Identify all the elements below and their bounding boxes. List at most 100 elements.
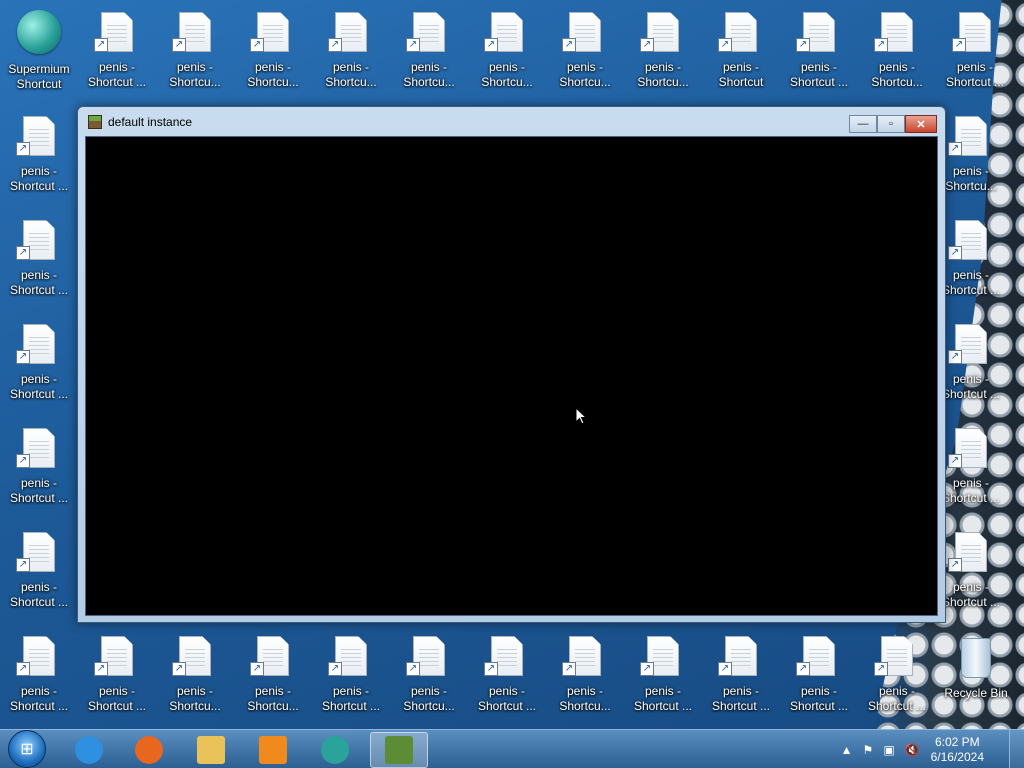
desktop-icon-label: penis - Shortcu... — [637, 60, 689, 89]
desktop-shortcut[interactable]: ↗ penis - Shortcu... — [858, 0, 936, 96]
taskbar-app-firefox[interactable] — [120, 732, 178, 768]
desktop-shortcut[interactable]: ↗ penis - Shortcu... — [390, 0, 468, 96]
desktop-shortcut[interactable]: ↗ penis - Shortcu... — [156, 0, 234, 96]
shortcut-arrow-icon: ↗ — [948, 246, 962, 260]
window-controls: — ▫ ✕ — [849, 115, 937, 133]
system-tray: ▲ ⚑ ▣ 🔇 6:02 PM 6/16/2024 — [836, 730, 984, 768]
desktop-icon-label: penis - Shortcut ... — [87, 684, 147, 713]
taskbar-app-file-explorer[interactable] — [182, 732, 240, 768]
window-titlebar[interactable]: default instance — ▫ ✕ — [78, 107, 945, 137]
shortcut-arrow-icon: ↗ — [250, 38, 264, 52]
shortcut-arrow-icon: ↗ — [484, 662, 498, 676]
desktop-shortcut[interactable]: ↗ penis - Shortcu... — [156, 624, 234, 720]
shortcut-arrow-icon: ↗ — [328, 38, 342, 52]
shortcut-arrow-icon: ↗ — [948, 558, 962, 572]
shortcut-arrow-icon: ↗ — [94, 662, 108, 676]
shortcut-arrow-icon: ↗ — [562, 38, 576, 52]
desktop-shortcut[interactable]: ↗ penis - Shortcu... — [234, 624, 312, 720]
taskbar-app-internet-explorer[interactable] — [60, 732, 118, 768]
desktop-shortcut[interactable]: ↗ penis - Shortcu... — [546, 0, 624, 96]
supermium-icon — [17, 10, 61, 54]
desktop-shortcut[interactable]: ↗ penis - Shortcu... — [546, 624, 624, 720]
desktop-shortcut[interactable]: ↗ penis - Shortcut ... — [780, 0, 858, 96]
action-center-flag-icon[interactable]: ⚑ — [863, 743, 874, 757]
desktop-shortcut[interactable]: ↗ penis - Shortcut ... — [624, 624, 702, 720]
desktop-shortcut[interactable]: ↗ penis - Shortcut ... — [780, 624, 858, 720]
shortcut-arrow-icon: ↗ — [952, 38, 966, 52]
desktop-icon-label: penis - Shortcut ... — [9, 372, 69, 401]
shortcut-arrow-icon: ↗ — [172, 662, 186, 676]
desktop-icon-label: Recycle Bin — [944, 686, 1008, 700]
desktop-icon-label: penis - Shortcut ... — [321, 684, 381, 713]
desktop-shortcut[interactable]: ↗ penis - Shortcu... — [468, 0, 546, 96]
shortcut-arrow-icon: ↗ — [874, 662, 888, 676]
desktop-icon-label: penis - Shortcut ... — [87, 60, 147, 89]
desktop-shortcut[interactable]: ↗ penis - Shortcut ... — [312, 624, 390, 720]
desktop-icon-label: penis - Shortcu... — [481, 60, 533, 89]
minecraft-icon — [385, 736, 413, 764]
desktop-shortcut[interactable]: ↗ penis - Shortcut ... — [0, 520, 78, 616]
taskbar-app-media-player[interactable] — [244, 732, 302, 768]
network-icon[interactable]: ▣ — [883, 743, 894, 757]
shortcut-arrow-icon: ↗ — [718, 38, 732, 52]
desktop-icon-label: Supermium Shortcut — [8, 62, 70, 91]
window-content-area[interactable] — [85, 136, 938, 616]
desktop-icon-label: penis - Shortcu... — [559, 684, 611, 713]
mouse-cursor-icon — [575, 407, 587, 425]
desktop-shortcut[interactable]: ↗ penis - Shortcu... — [234, 0, 312, 96]
desktop-icon-supermium[interactable]: Supermium Shortcut — [0, 4, 78, 100]
volume-muted-icon[interactable]: 🔇 — [905, 743, 920, 757]
clock-time: 6:02 PM — [934, 734, 980, 749]
taskbar-app-supermium[interactable] — [306, 732, 364, 768]
shortcut-arrow-icon: ↗ — [328, 662, 342, 676]
desktop-icon-label: penis - Shortcu... — [247, 684, 299, 713]
shortcut-arrow-icon: ↗ — [406, 662, 420, 676]
file-explorer-icon — [197, 736, 225, 764]
desktop-shortcut[interactable]: ↗ penis - Shortcut — [702, 0, 780, 96]
tray-expand-icon[interactable]: ▲ — [841, 743, 853, 757]
shortcut-arrow-icon: ↗ — [796, 662, 810, 676]
shortcut-arrow-icon: ↗ — [16, 454, 30, 468]
desktop-shortcut[interactable]: ↗ penis - Shortcut ... — [78, 624, 156, 720]
desktop-icon-label: penis - Shortcut ... — [9, 164, 69, 193]
show-desktop-button[interactable] — [1009, 730, 1024, 768]
close-button[interactable]: ✕ — [905, 115, 937, 133]
maximize-button[interactable]: ▫ — [877, 115, 905, 133]
desktop-icon-label: penis - Shortcu... — [871, 60, 923, 89]
desktop-shortcut[interactable]: ↗ penis - Shortcu... — [312, 0, 390, 96]
shortcut-arrow-icon: ↗ — [796, 38, 810, 52]
desktop-icon-label: penis - Shortcut ... — [789, 684, 849, 713]
desktop-shortcut[interactable]: ↗ penis - Shortcut ... — [78, 0, 156, 96]
desktop-icon-label: penis - Shortcut ... — [789, 60, 849, 89]
desktop-shortcut[interactable]: ↗ penis - Shortcu... — [624, 0, 702, 96]
shortcut-arrow-icon: ↗ — [948, 454, 962, 468]
shortcut-arrow-icon: ↗ — [484, 38, 498, 52]
clock[interactable]: 6:02 PM 6/16/2024 — [931, 735, 984, 765]
desktop-shortcut[interactable]: ↗ penis - Shortcut ... — [468, 624, 546, 720]
app-window[interactable]: default instance — ▫ ✕ — [77, 106, 946, 623]
minecraft-block-icon — [88, 115, 102, 129]
desktop-shortcut[interactable]: ↗ penis - Shortcut ... — [0, 208, 78, 304]
clock-date: 6/16/2024 — [930, 749, 984, 764]
desktop-icon-label: penis - Shortcut ... — [477, 684, 537, 713]
desktop-shortcut[interactable]: ↗ penis - Shortcut ... — [936, 0, 1014, 96]
desktop-shortcut[interactable]: ↗ penis - Shortcut ... — [0, 416, 78, 512]
desktop-shortcut[interactable]: ↗ penis - Shortcut ... — [0, 104, 78, 200]
desktop-shortcut[interactable]: ↗ penis - Shortcut ... — [0, 312, 78, 408]
minimize-button[interactable]: — — [849, 115, 877, 133]
media-player-icon — [259, 736, 287, 764]
shortcut-arrow-icon: ↗ — [16, 558, 30, 572]
shortcut-arrow-icon: ↗ — [718, 662, 732, 676]
desktop-shortcut[interactable]: ↗ penis - Shortcut ... — [702, 624, 780, 720]
desktop-icon-label: penis - Shortcu... — [403, 60, 455, 89]
desktop-shortcut[interactable]: ↗ penis - Shortcut ... — [0, 624, 78, 720]
desktop-shortcut[interactable]: ↗ penis - Shortcut ... — [858, 624, 936, 720]
taskbar-app-minecraft[interactable] — [370, 732, 428, 768]
start-button[interactable]: ⊞ — [8, 730, 46, 768]
shortcut-arrow-icon: ↗ — [16, 246, 30, 260]
desktop-icon-recycle-bin[interactable]: Recycle Bin — [937, 628, 1015, 724]
desktop-icon-label: penis - Shortcu... — [169, 684, 221, 713]
desktop-shortcut[interactable]: ↗ penis - Shortcu... — [390, 624, 468, 720]
window-title: default instance — [108, 115, 193, 129]
desktop-icon-label: penis - Shortcut — [718, 60, 764, 89]
